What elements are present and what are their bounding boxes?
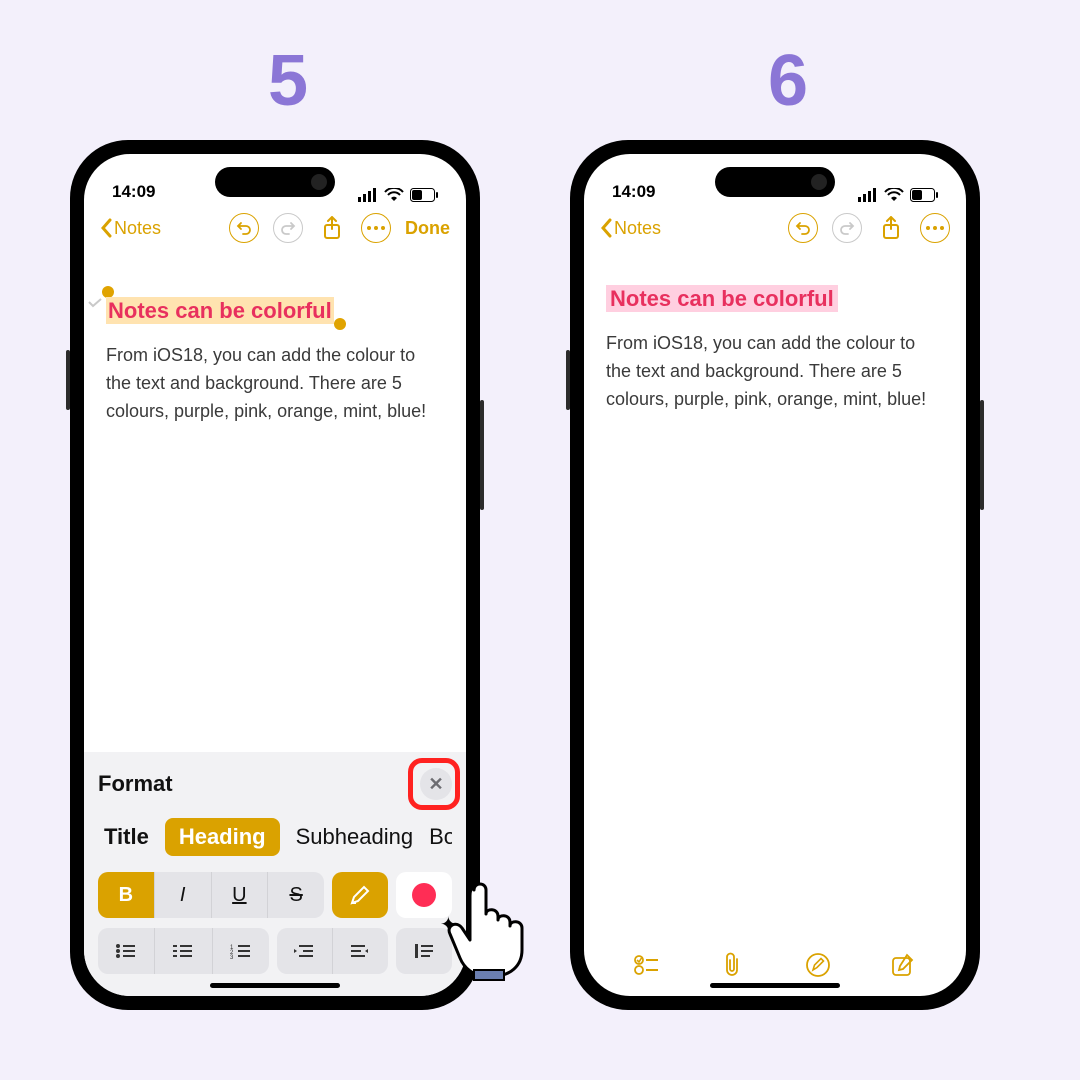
dynamic-island [715, 167, 835, 197]
dynamic-island [215, 167, 335, 197]
note-body[interactable]: From iOS18, you can add the colour to th… [106, 342, 444, 426]
paragraph-style-row[interactable]: Title Heading Subheading Body [98, 818, 452, 872]
style-subheading[interactable]: Subheading [296, 824, 413, 850]
chevron-left-icon [100, 218, 112, 238]
style-heading-selected[interactable]: Heading [165, 818, 280, 856]
attachment-button[interactable] [718, 951, 746, 979]
strike-button[interactable]: S [267, 872, 324, 918]
inline-style-segment: B I U S [98, 872, 324, 918]
highlight-button[interactable] [332, 872, 388, 918]
more-button[interactable] [361, 213, 391, 243]
battery-icon [410, 188, 438, 202]
home-indicator[interactable] [210, 983, 340, 988]
clock: 14:09 [612, 182, 702, 202]
back-button[interactable]: Notes [600, 218, 661, 239]
format-panel: Format ✕ Title Heading Subheading Body B… [84, 752, 466, 996]
undo-button[interactable] [229, 213, 259, 243]
list-style-segment: 123 [98, 928, 269, 974]
svg-text:3: 3 [230, 955, 234, 959]
cellular-icon [858, 188, 878, 202]
italic-button[interactable]: I [154, 872, 211, 918]
close-button[interactable]: ✕ [420, 768, 452, 800]
note-title-highlighted[interactable]: Notes can be colorful [606, 285, 838, 312]
step-number-5: 5 [268, 40, 308, 122]
tap-hand-icon: ✦ [440, 872, 540, 982]
nav-bar: Notes [584, 204, 966, 252]
note-title-selected[interactable]: Notes can be colorful [106, 297, 334, 324]
bullet-list-button[interactable] [98, 928, 154, 974]
phone-frame: 14:09 [570, 140, 980, 1010]
wifi-icon [384, 188, 404, 202]
selection-end-handle[interactable] [334, 318, 346, 330]
back-label: Notes [114, 218, 161, 239]
undo-button[interactable] [788, 213, 818, 243]
clock: 14:09 [112, 182, 202, 202]
checkmark-icon [88, 298, 102, 308]
share-button[interactable] [876, 213, 906, 243]
back-label: Notes [614, 218, 661, 239]
indent-button[interactable] [332, 928, 388, 974]
checklist-button[interactable] [633, 951, 661, 979]
note-editor[interactable]: Notes can be colorful From iOS18, you ca… [84, 252, 466, 752]
done-button[interactable]: Done [405, 218, 450, 239]
pencil-icon [349, 884, 371, 906]
indent-segment [277, 928, 388, 974]
more-button[interactable] [920, 213, 950, 243]
numbered-list-button[interactable]: 123 [212, 928, 269, 974]
color-swatch-icon [412, 883, 436, 907]
note-editor[interactable]: Notes can be colorful From iOS18, you ca… [584, 252, 966, 936]
format-title: Format [98, 771, 173, 797]
wifi-icon [884, 188, 904, 202]
cellular-icon [358, 188, 378, 202]
style-title[interactable]: Title [104, 824, 149, 850]
screen: 14:09 [84, 154, 466, 996]
nav-bar: Notes Done [84, 204, 466, 252]
outdent-button[interactable] [277, 928, 332, 974]
home-indicator[interactable] [710, 983, 840, 988]
bold-button[interactable]: B [98, 872, 154, 918]
redo-button[interactable] [273, 213, 303, 243]
phone-frame: 14:09 [70, 140, 480, 1010]
underline-button[interactable]: U [211, 872, 268, 918]
dash-list-button[interactable] [154, 928, 211, 974]
redo-button[interactable] [832, 213, 862, 243]
screen: 14:09 [584, 154, 966, 996]
battery-icon [910, 188, 938, 202]
markup-button[interactable] [804, 951, 832, 979]
back-button[interactable]: Notes [100, 218, 161, 239]
style-body[interactable]: Body [429, 824, 452, 850]
close-icon: ✕ [428, 774, 443, 795]
share-button[interactable] [317, 213, 347, 243]
compose-button[interactable] [889, 951, 917, 979]
chevron-left-icon [600, 218, 612, 238]
note-body[interactable]: From iOS18, you can add the colour to th… [606, 330, 944, 414]
step-number-6: 6 [768, 40, 808, 122]
